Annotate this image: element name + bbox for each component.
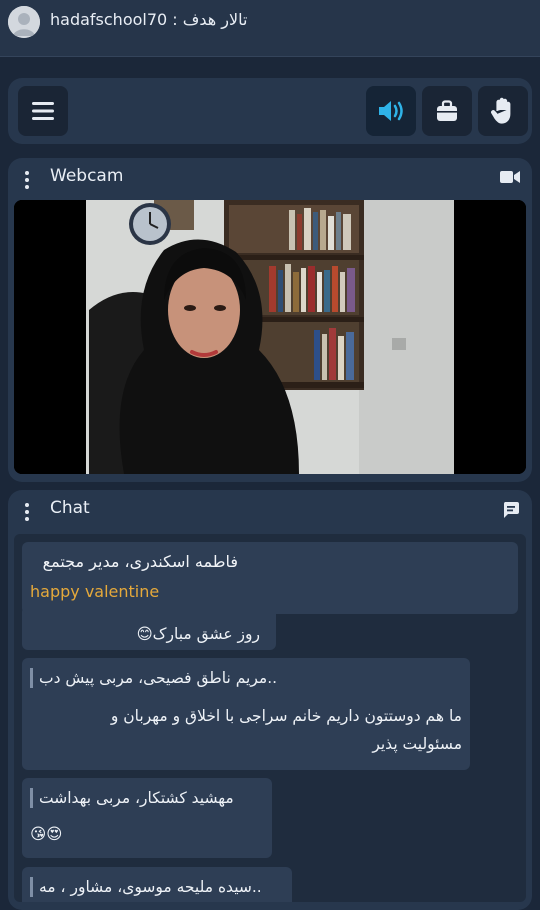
pinned-sender: فاطمه اسکندری، مدیر مجتمع bbox=[42, 552, 238, 571]
hamburger-icon bbox=[32, 102, 54, 120]
toolbar bbox=[8, 78, 532, 144]
kebab-menu-icon[interactable] bbox=[25, 171, 29, 189]
briefcase-icon bbox=[437, 100, 457, 121]
video-camera-icon[interactable] bbox=[500, 169, 520, 185]
webcam-title: Webcam bbox=[50, 166, 124, 186]
webcam-frame bbox=[14, 200, 526, 474]
list-item: ..سیده ملیحه موسوی، مشاور ، مه bbox=[22, 867, 292, 902]
avatar[interactable] bbox=[8, 6, 40, 38]
kebab-menu-icon[interactable] bbox=[25, 503, 29, 521]
raise-hand-button[interactable] bbox=[478, 86, 528, 136]
chat-messages[interactable]: فاطمه اسکندری، مدیر مجتمع happy valentin… bbox=[14, 534, 526, 902]
briefcase-button[interactable] bbox=[422, 86, 472, 136]
message-text: ما هم دوستتون داریم خانم سراجی با اخلاق … bbox=[110, 707, 462, 753]
audio-button[interactable] bbox=[366, 86, 416, 136]
message-text: 😍😘 bbox=[30, 825, 63, 843]
message-text: روز عشق مبارک😊 bbox=[136, 625, 260, 643]
chat-panel-header: Chat bbox=[8, 490, 532, 530]
menu-button[interactable] bbox=[18, 86, 68, 136]
room-title: hadafschool70 : تالار هدف bbox=[50, 10, 248, 29]
pinned-text: happy valentine bbox=[30, 582, 160, 601]
raise-hand-icon bbox=[491, 97, 511, 124]
webcam-video[interactable] bbox=[14, 200, 526, 474]
list-item: ..مریم ناطق فصیحی، مربی پیش دب ما هم دوس… bbox=[22, 658, 470, 770]
webcam-panel: Webcam bbox=[8, 158, 532, 482]
user-avatar-icon bbox=[8, 6, 40, 38]
webcam-panel-header: Webcam bbox=[8, 158, 532, 198]
chat-title: Chat bbox=[50, 498, 90, 518]
speaker-icon bbox=[379, 101, 403, 121]
wall-clock bbox=[129, 203, 171, 245]
top-bar: hadafschool70 : تالار هدف bbox=[0, 0, 540, 57]
chat-bubble-icon[interactable] bbox=[502, 501, 520, 519]
list-item: مهشید کشتکار، مربی بهداشت 😍😘 bbox=[22, 778, 272, 858]
message-sender: ..سیده ملیحه موسوی، مشاور ، مه bbox=[30, 877, 262, 897]
pinned-message: فاطمه اسکندری، مدیر مجتمع happy valentin… bbox=[22, 542, 518, 614]
chat-panel: Chat فاطمه اسکندری، مدیر مجتمع happy val… bbox=[8, 490, 532, 910]
message-sender: مهشید کشتکار، مربی بهداشت bbox=[30, 788, 234, 808]
message-sender: ..مریم ناطق فصیحی، مربی پیش دب bbox=[30, 668, 277, 688]
